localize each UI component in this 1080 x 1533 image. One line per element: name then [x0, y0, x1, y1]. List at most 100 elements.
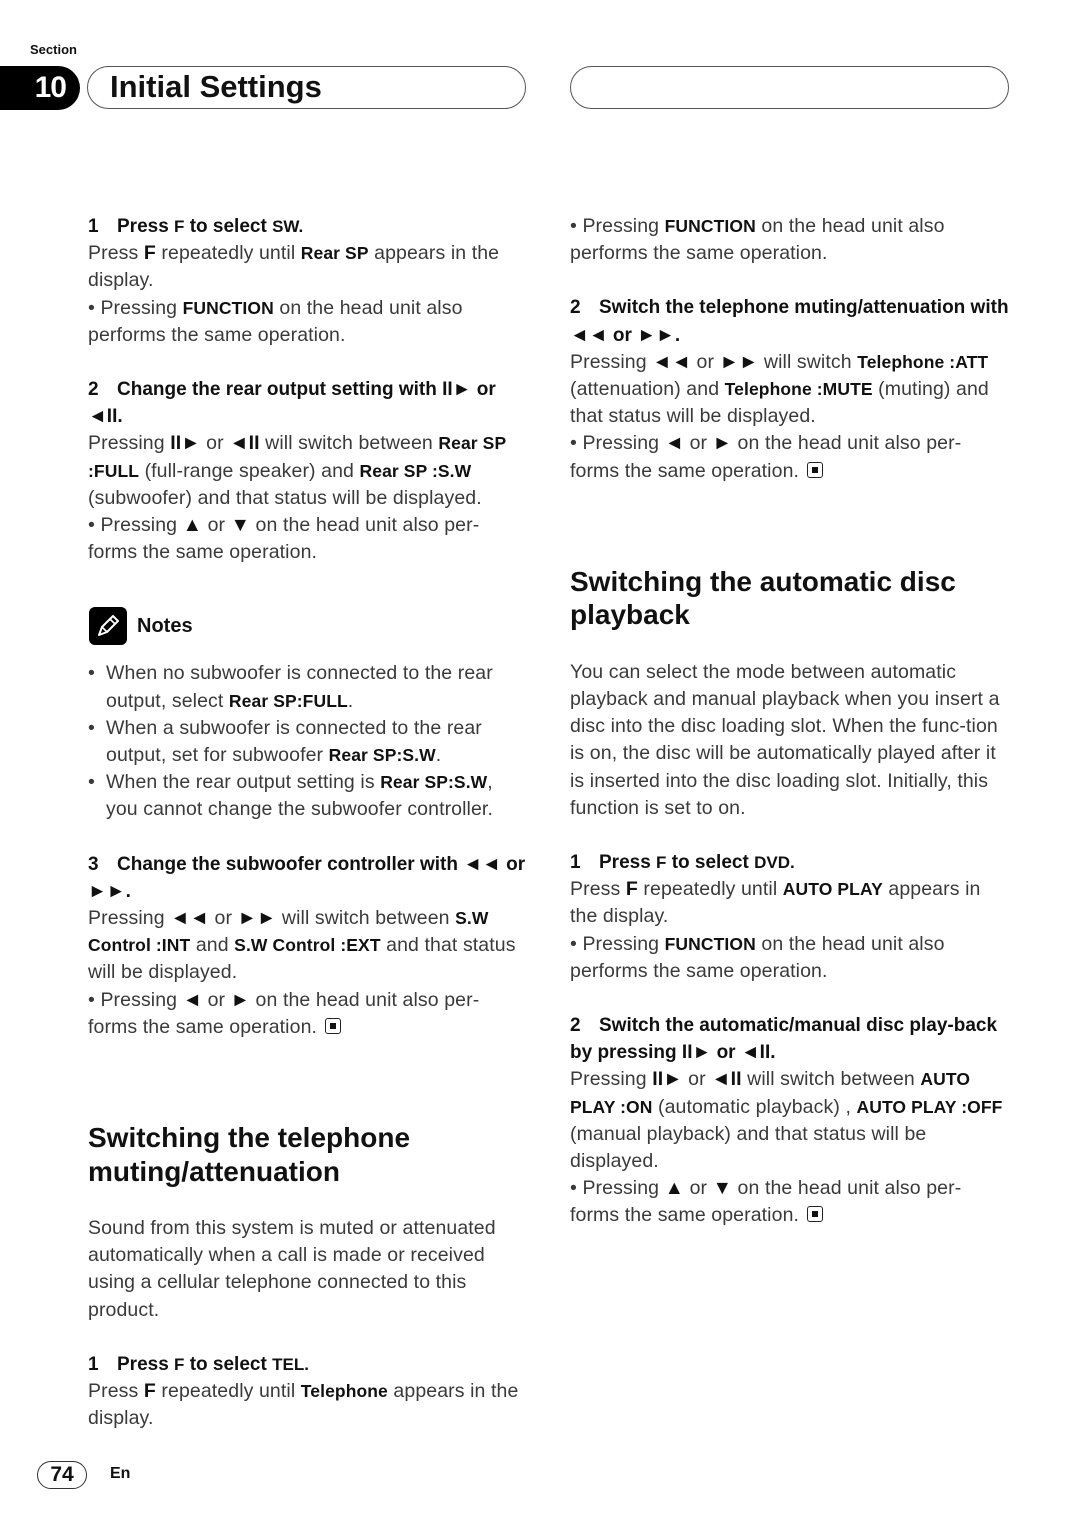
paragraph: • Pressing FUNCTION on the head unit als… — [570, 931, 1010, 985]
pause-reverse-icon: ◄II — [740, 1042, 771, 1064]
text-run: TEL. — [272, 1354, 309, 1374]
paragraph: • Pressing FUNCTION on the head unit als… — [570, 213, 1010, 267]
text-run: (automatic playback) , — [652, 1095, 857, 1118]
display-keyword: Telephone :ATT — [857, 351, 989, 372]
step-number: 2 — [88, 379, 99, 401]
paragraph: Pressing ◄◄ or ►► will switch between S.… — [88, 905, 528, 987]
paragraph: Pressing II► or ◄II will switch between … — [88, 430, 528, 512]
text-run: SW. — [272, 217, 304, 236]
right-column: • Pressing FUNCTION on the head unit als… — [570, 213, 1010, 1230]
pause-reverse-icon: ◄II — [88, 406, 118, 428]
step-heading: 3 Change the subwoofer controller with ◄◄… — [88, 851, 528, 905]
text-run: Sound from this system is muted or atten… — [88, 1217, 496, 1321]
text-run: . — [674, 324, 681, 346]
text-run: Press — [88, 242, 144, 265]
text-run: or — [200, 432, 230, 455]
section-heading: Switching the telephone muting/attenuati… — [88, 1122, 411, 1187]
text-run: (full-range speaker) and — [139, 459, 360, 482]
paragraph: Pressing ◄◄ or ►► will switch Telephone … — [570, 349, 1010, 431]
text-run: to select — [184, 216, 273, 237]
fast-forward-icon: ►► — [719, 350, 759, 373]
text-run: F — [656, 853, 667, 873]
text-run: Press — [117, 216, 175, 237]
paragraph: Press F repeatedly until AUTO PLAY appea… — [570, 876, 1010, 930]
play-pause-icon: II► — [652, 1068, 683, 1091]
text-run: will switch — [758, 350, 858, 373]
step-heading: 1 Press F to select DVD. — [570, 849, 1010, 876]
text-run: • Pressing — [570, 432, 665, 455]
text-run: Pressing — [570, 350, 653, 373]
play-pause-icon: II► — [442, 379, 472, 401]
text-run: Change the rear output setting with — [117, 379, 443, 401]
text-run: Press — [599, 852, 657, 874]
fast-reverse-icon: ◄◄ — [570, 324, 608, 346]
text-run: or — [691, 350, 720, 373]
bullet: • — [88, 716, 95, 739]
step-heading: 1 Press F to select SW. — [88, 213, 528, 240]
section-number-badge: 10 — [0, 66, 80, 110]
text-run: or — [202, 988, 231, 1011]
notes-header: Notes — [89, 606, 528, 646]
right-title-box — [570, 66, 1009, 109]
down-arrow-icon: ▼ — [230, 514, 251, 537]
display-keyword: AUTO PLAY — [782, 879, 883, 900]
text-run: to select — [184, 1353, 273, 1375]
paragraph: Press F repeatedly until Telephone appea… — [88, 1378, 528, 1432]
display-keyword: Rear SP — [300, 243, 369, 264]
text-run: (attenuation) and — [570, 378, 725, 401]
text-run: or — [202, 514, 231, 537]
paragraph: You can select the mode between automati… — [570, 659, 1010, 822]
left-column: 1 Press F to select SW. Press F repeatedly… — [88, 213, 528, 1433]
step-heading: 2 Change the rear output setting with II►… — [88, 376, 528, 430]
display-keyword: FUNCTION — [664, 933, 756, 954]
fast-reverse-icon: ◄◄ — [170, 907, 209, 930]
text-run: to select — [666, 852, 755, 874]
text-run: • Pressing — [570, 932, 665, 955]
note-text: When the rear output setting is Rear SP:… — [106, 769, 528, 823]
note-item: • When a subwoofer is connected to the re… — [88, 715, 528, 769]
text-run: will switch between — [276, 907, 456, 930]
text-run: . — [347, 689, 354, 712]
button-key: F — [143, 242, 156, 265]
text-run: Press — [88, 1380, 144, 1403]
up-arrow-icon: ▲ — [182, 514, 203, 537]
paragraph: • Pressing ◄ or ► on the head unit also … — [88, 987, 528, 1041]
end-of-section-icon — [807, 1206, 824, 1223]
text-run: or — [209, 907, 238, 930]
text-run: . — [125, 880, 131, 902]
language-label: En — [110, 1465, 131, 1482]
page-title: Initial Settings — [110, 69, 322, 104]
text-run: You can select the mode between automati… — [570, 660, 1000, 819]
step-number: 1 — [88, 1353, 99, 1375]
display-keyword: S.W Control :EXT — [234, 935, 381, 956]
fast-reverse-icon: ◄◄ — [463, 853, 501, 875]
text-run: • Pressing — [88, 296, 183, 319]
display-keyword: Telephone — [300, 1381, 388, 1402]
text-run: Switch the automatic/manual disc play-ba… — [570, 1015, 998, 1064]
display-keyword: FUNCTION — [664, 216, 756, 236]
text-run: or — [500, 853, 526, 875]
fast-forward-icon: ►► — [637, 324, 675, 346]
text-run: or — [682, 1068, 712, 1091]
text-run: • Pressing — [570, 215, 665, 237]
text-run: will switch between — [259, 432, 439, 455]
paragraph: Press F repeatedly until Rear SP appears… — [88, 240, 528, 294]
note-item: • When the rear output setting is Rear SP… — [88, 769, 528, 823]
bullet: • — [88, 662, 95, 685]
end-of-section-icon — [807, 461, 824, 478]
text-run: Switch the telephone muting/attenuation … — [599, 297, 1009, 319]
step-number: 2 — [570, 1015, 581, 1037]
step-heading: 2 Switch the automatic/manual disc play-b… — [570, 1012, 1010, 1066]
step-number: 2 — [570, 297, 581, 319]
button-key: F — [625, 878, 638, 901]
text-run: or — [711, 1042, 741, 1064]
step-number: 3 — [88, 853, 99, 875]
paragraph: • Pressing ◄ or ► on the head unit also … — [570, 430, 1010, 484]
text-run: will switch between — [741, 1068, 921, 1091]
